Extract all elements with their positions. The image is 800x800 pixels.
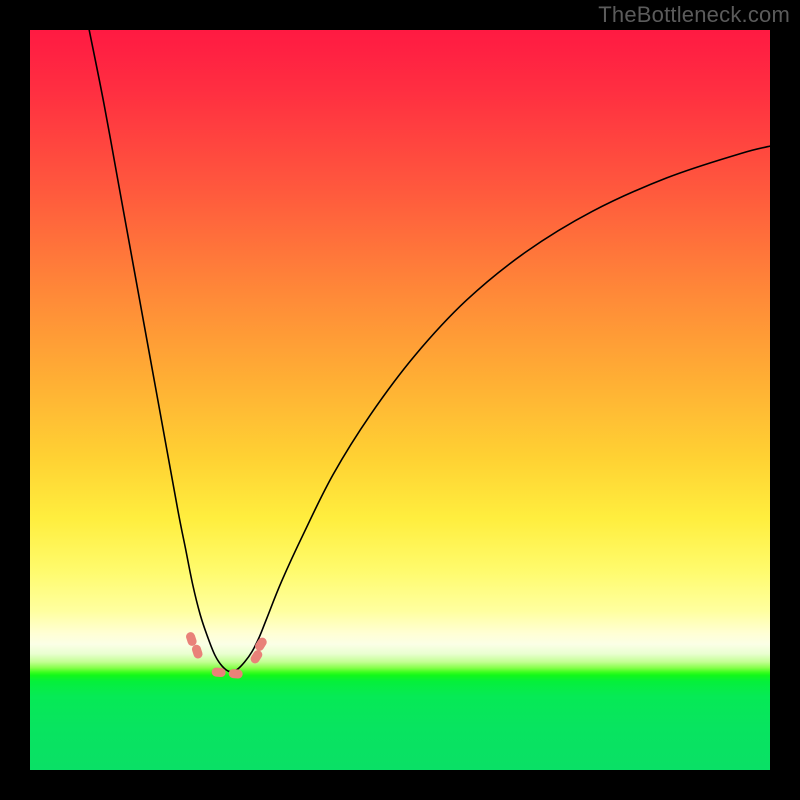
marker-left-lower (191, 644, 204, 660)
marker-right-lower (249, 648, 264, 665)
watermark-text: TheBottleneck.com (598, 2, 790, 28)
plot-area (30, 30, 770, 770)
chart-frame: TheBottleneck.com (0, 0, 800, 800)
marker-right-upper (253, 636, 268, 653)
marker-bottom-b (228, 669, 243, 679)
marker-left-upper (185, 631, 198, 647)
marker-group (185, 631, 269, 679)
bottleneck-curve (89, 30, 770, 672)
curve-svg (30, 30, 770, 770)
